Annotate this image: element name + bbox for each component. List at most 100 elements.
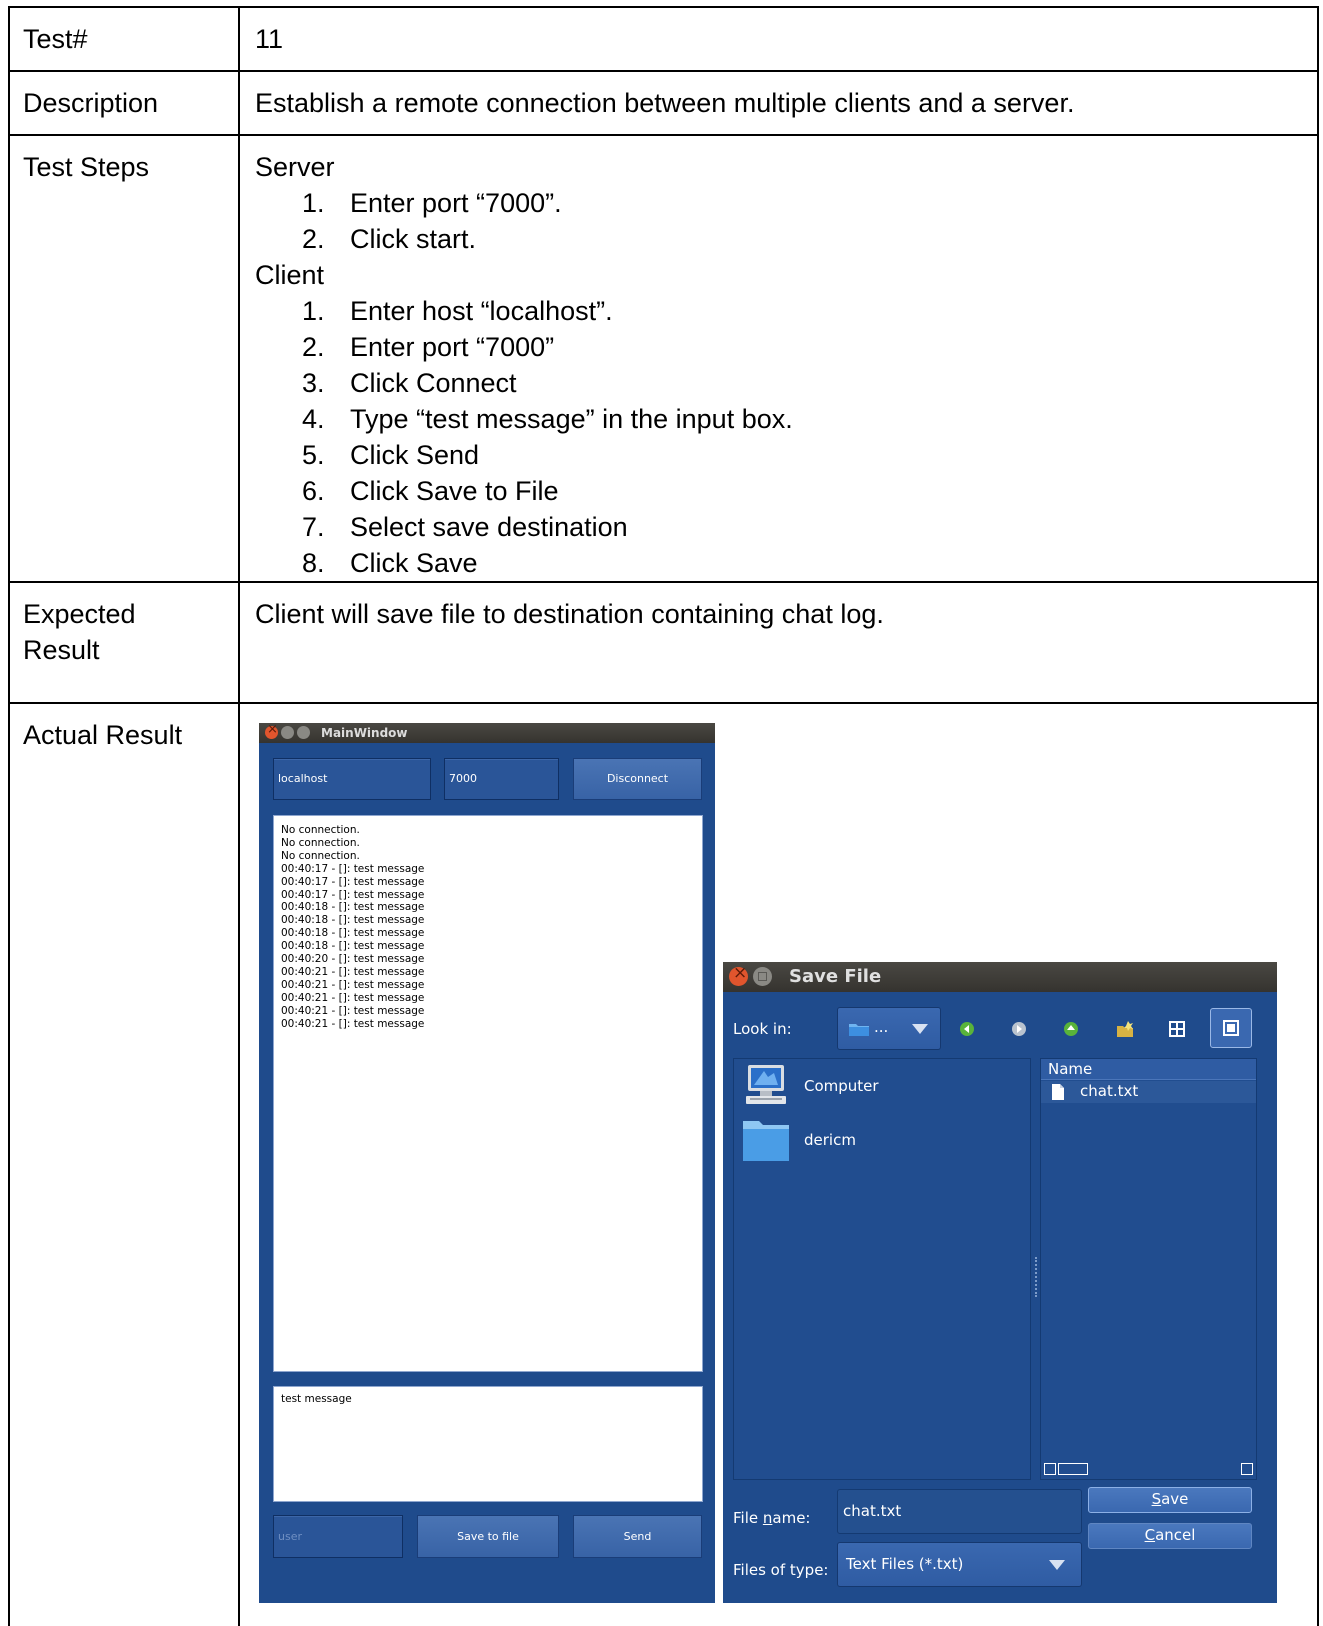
computer-icon [746,1065,786,1104]
list-item: 1. Enter host “localhost”. [302,296,613,326]
window-title: MainWindow [321,726,408,740]
port-input[interactable]: 7000 [444,758,559,800]
file-icon [1052,1084,1064,1100]
log-line: 00:40:21 - []: test message [281,965,425,978]
new-folder-icon[interactable] [1115,1019,1135,1039]
step-text: Click Connect [350,368,517,398]
file-name-label: File name: [733,1508,810,1528]
file-name-label-pre: File [733,1509,763,1527]
list-item: 8. Click Save [302,548,478,578]
list-item[interactable]: chat.txt [1041,1081,1256,1103]
files-of-type-value: Text Files (*.txt) [846,1555,964,1573]
maximize-icon[interactable] [297,726,310,739]
log-line: 00:40:21 - []: test message [281,978,425,991]
save-mnemonic: S [1151,1490,1162,1508]
name-column-header[interactable]: Name [1041,1059,1256,1080]
file-name-input[interactable]: chat.txt [837,1489,1082,1534]
dropdown-icon [1049,1560,1065,1570]
list-item: 3. Click Connect [302,368,517,398]
dropdown-icon [912,1024,928,1034]
row-divider [8,70,1319,72]
horizontal-scrollbar[interactable] [1058,1463,1088,1475]
detail-view-button[interactable] [1210,1008,1252,1048]
expected-label-line: Expected [23,599,136,629]
disconnect-button[interactable]: Disconnect [573,758,702,800]
log-line: 00:40:17 - []: test message [281,862,425,875]
file-name-label-mnemonic: n [762,1509,773,1527]
step-text: Click Send [350,440,480,470]
file-name-label-post: ame: [772,1509,811,1527]
maximize-icon[interactable] [753,967,772,986]
minimize-icon[interactable] [281,726,294,739]
close-icon[interactable] [265,723,278,739]
files-of-type-label: Files of type: [733,1561,829,1579]
file-name: chat.txt [1080,1082,1139,1100]
step-text: Enter host “localhost”. [350,296,613,326]
port-value: 7000 [449,772,477,785]
log-line: 00:40:17 - []: test message [281,888,425,901]
log-line: 00:40:21 - []: test message [281,1004,425,1017]
forward-arrow-icon[interactable] [1011,1021,1027,1037]
log-line: 00:40:21 - []: test message [281,1017,425,1030]
test-steps-content: Server 1. Enter port “7000”. 2. Click star… [255,149,793,581]
table-border-top [8,6,1319,8]
look-in-value: ... [874,1018,889,1036]
cancel-button[interactable]: Cancel [1088,1523,1252,1549]
log-line: No connection. [281,849,360,862]
send-button[interactable]: Send [573,1515,702,1558]
client-heading: Client [255,260,325,290]
log-line: 00:40:18 - []: test message [281,901,425,914]
up-arrow-icon[interactable] [1063,1021,1079,1037]
log-line: No connection. [281,836,360,849]
step-text: Click Save to File [350,476,559,506]
description-value: Establish a remote connection between mu… [255,88,1075,118]
list-item[interactable]: Computer [742,1063,1022,1109]
expected-result-label: Expected Result [23,596,136,668]
cancel-mnemonic: C [1144,1526,1156,1544]
splitter-handle[interactable] [1035,1257,1039,1297]
detail-view-icon [1223,1020,1239,1036]
back-arrow-icon[interactable] [959,1021,975,1037]
log-line: 00:40:18 - []: test message [281,927,425,940]
file-name-value: chat.txt [843,1502,902,1520]
list-item: 7. Select save destination [302,512,628,542]
step-text: Select save destination [350,512,628,542]
log-line: 00:40:21 - []: test message [281,991,425,1004]
close-icon[interactable] [729,963,748,986]
files-of-type-combo[interactable]: Text Files (*.txt) [837,1542,1082,1587]
place-label: dericm [804,1131,856,1149]
dialog-title: Save File [789,966,882,987]
save-to-file-button[interactable]: Save to file [417,1515,559,1558]
scroll-right-icon[interactable] [1241,1463,1253,1475]
host-value: localhost [278,772,328,785]
list-item: 2. Enter port “7000” [302,332,555,362]
list-item: 5. Click Send [302,440,480,470]
server-heading: Server [255,152,335,182]
titlebar: MainWindow [259,723,715,743]
name-header-label: Name [1048,1060,1093,1078]
save-button[interactable]: Save [1088,1487,1252,1513]
chat-log[interactable]: No connection. No connection. No connect… [273,815,703,1372]
list-view-icon[interactable] [1168,1020,1186,1038]
list-item: 1. Enter port “7000”. [302,188,562,218]
expected-result-value: Client will save file to destination con… [255,599,884,629]
user-placeholder: user [278,1530,302,1543]
log-line: No connection. [281,824,360,836]
step-text: Click start. [350,224,477,254]
description-label: Description [23,88,159,118]
message-input-value: test message [281,1393,352,1405]
look-in-combo[interactable]: ... [837,1007,941,1050]
test-steps-label: Test Steps [23,152,150,182]
folder-icon [849,1024,869,1036]
place-label: Computer [804,1077,879,1095]
message-input[interactable]: test message [273,1386,703,1502]
test-number-label: Test# [23,24,88,54]
save-rest: ave [1161,1490,1189,1508]
host-input[interactable]: localhost [273,758,431,800]
expected-label-line: Result [23,635,100,665]
scroll-left-icon[interactable] [1044,1463,1056,1475]
row-divider [8,581,1319,583]
user-input[interactable]: user [273,1515,403,1558]
list-item[interactable]: dericm [742,1117,1022,1163]
step-text: Enter port “7000”. [350,188,562,218]
